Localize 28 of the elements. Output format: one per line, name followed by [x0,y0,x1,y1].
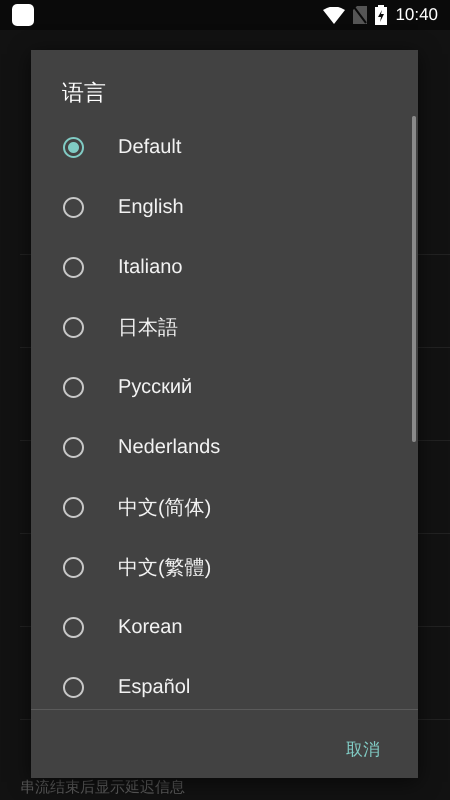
radio-button[interactable] [63,136,84,158]
language-option[interactable]: Nederlands [118,436,220,458]
radio-button[interactable] [63,256,84,278]
clock-time: 10:40 [395,5,438,25]
language-option[interactable]: 中文(繁體) [118,554,212,580]
language-option[interactable]: 日本語 [118,314,178,340]
radio-button[interactable] [63,316,84,338]
radio-button[interactable] [63,556,84,578]
setting-summary: 串流结束后显示延迟信息 [20,778,185,797]
language-option[interactable]: English [118,196,184,218]
battery-charging-icon [375,5,388,25]
cancel-button[interactable]: 取消 [344,734,382,765]
language-option[interactable]: Default [118,136,182,158]
no-sim-icon [353,6,368,24]
radio-button[interactable] [63,376,84,398]
language-option[interactable]: Русский [118,376,192,398]
radio-button[interactable] [63,616,84,638]
language-option[interactable]: Italiano [118,256,182,278]
radio-button[interactable] [63,496,84,518]
wifi-icon [323,6,346,24]
app-notification-icon [12,4,34,26]
language-option[interactable]: Korean [118,616,182,638]
radio-button[interactable] [63,436,84,458]
language-option[interactable]: Español [118,676,190,698]
language-option[interactable]: 中文(简体) [118,494,212,520]
dialog-title: 语言 [61,79,106,107]
radio-button[interactable] [63,196,84,218]
radio-button[interactable] [63,676,84,698]
